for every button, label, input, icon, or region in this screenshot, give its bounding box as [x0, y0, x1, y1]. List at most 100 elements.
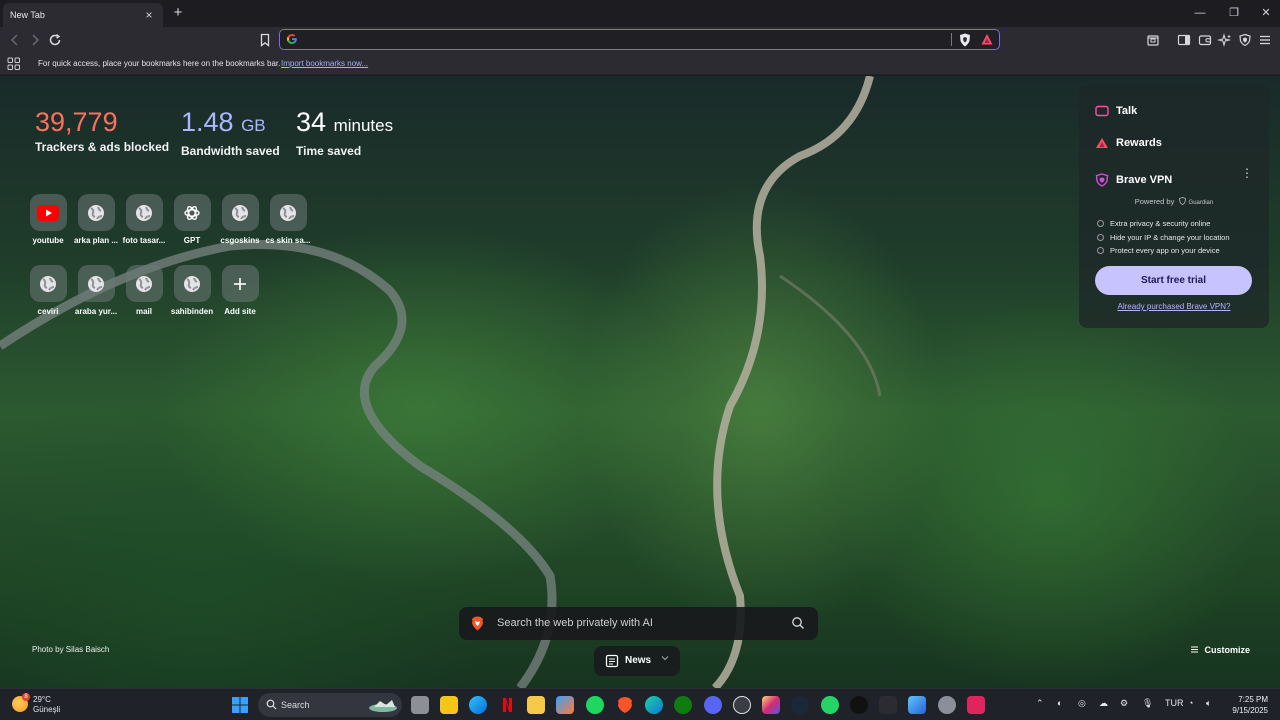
news-button[interactable]: News — [594, 646, 680, 676]
taskbar-search[interactable]: Search — [258, 693, 402, 717]
google-icon — [286, 34, 297, 44]
tab-new-tab[interactable]: New Tab × — [3, 3, 163, 27]
instagram-icon[interactable] — [762, 696, 780, 714]
network-app-icon[interactable] — [908, 696, 926, 714]
search-icon[interactable] — [791, 616, 805, 630]
site-tile[interactable] — [173, 194, 211, 231]
edge-icon[interactable] — [645, 696, 663, 714]
back-icon[interactable] — [6, 31, 24, 49]
restore-button[interactable]: ❐ — [1217, 4, 1251, 22]
site-tile[interactable] — [125, 194, 163, 231]
powered-by-text: Powered by — [1134, 197, 1175, 206]
add-site-button[interactable]: Add site — [216, 265, 264, 316]
address-input[interactable] — [304, 31, 924, 48]
windows-taskbar: 8 29°C Güneşli Search ⌃ ◐ ◎ ☁ ⚙ 🎙 TUR ◔ … — [0, 688, 1280, 720]
task-view-icon[interactable] — [411, 696, 429, 714]
customize-button[interactable]: Customize — [1190, 645, 1250, 655]
top-site-ceviri[interactable]: ceviri — [24, 265, 72, 316]
tab-close-icon[interactable]: × — [141, 7, 157, 23]
wallet-icon[interactable] — [1197, 32, 1213, 48]
top-site-mail[interactable]: mail — [120, 265, 168, 316]
discord-icon[interactable] — [704, 696, 722, 714]
close-window-button[interactable]: ✕ — [1249, 4, 1280, 22]
top-site-gpt[interactable]: GPT — [168, 194, 216, 245]
site-tile[interactable] — [29, 265, 67, 302]
microphone-icon[interactable]: 🎙 — [1142, 698, 1153, 709]
photo-credit[interactable]: Photo by Silas Baisch — [32, 645, 109, 654]
tray-chevron-up-icon[interactable]: ⌃ — [1036, 698, 1044, 709]
whatsapp-icon[interactable] — [821, 696, 839, 714]
leo-ai-icon[interactable] — [1216, 32, 1233, 48]
menu-icon[interactable] — [1257, 32, 1273, 48]
vpn-widget[interactable]: Brave VPN — [1095, 172, 1172, 188]
language-indicator[interactable]: TUR — [1165, 698, 1184, 708]
top-site-foto-tasar[interactable]: foto tasar... — [120, 194, 168, 245]
trackers-count: 39,779 — [35, 107, 118, 137]
rewards-widget[interactable]: Rewards — [1095, 135, 1162, 151]
already-purchased-link[interactable]: Already purchased Brave VPN? — [1079, 302, 1269, 311]
xbox-icon[interactable] — [674, 696, 692, 714]
tiktok-icon[interactable] — [850, 696, 868, 714]
file-explorer-icon[interactable] — [527, 696, 545, 714]
steam-icon[interactable] — [791, 696, 809, 714]
reload-icon[interactable] — [46, 31, 64, 49]
netflix-icon[interactable] — [498, 696, 516, 714]
clock-app-icon[interactable] — [733, 696, 751, 714]
spotify-icon[interactable] — [586, 696, 604, 714]
new-tab-button[interactable]: + — [169, 3, 187, 23]
vpn-shield-icon[interactable] — [1237, 32, 1253, 48]
customize-label: Customize — [1204, 645, 1251, 655]
search-icon — [266, 699, 277, 710]
site-tile[interactable] — [221, 194, 259, 231]
settings-gear-icon[interactable] — [938, 696, 956, 714]
top-site-arka-plan[interactable]: arka plan ... — [72, 194, 120, 245]
tray-settings-icon[interactable]: ⚙ — [1120, 698, 1128, 709]
top-site-araba-yur[interactable]: araba yur... — [72, 265, 120, 316]
stat-trackers: 39,779 Trackers & ads blocked — [35, 106, 169, 154]
site-tile[interactable] — [77, 194, 115, 231]
apps-grid-icon[interactable] — [7, 57, 21, 71]
pen-tool-icon[interactable] — [879, 696, 897, 714]
tray-network-app-icon[interactable]: ◎ — [1078, 698, 1086, 709]
new-tab-page: 39,779 Trackers & ads blocked 1.48 GB Ba… — [0, 76, 1280, 688]
sticky-notes-icon[interactable] — [440, 696, 458, 714]
time-value: 34 — [296, 107, 327, 137]
rewards-icon[interactable] — [981, 33, 993, 46]
wallet-ledger-icon[interactable] — [1145, 32, 1161, 48]
site-tile[interactable] — [125, 265, 163, 302]
vpn-label: Brave VPN — [1116, 174, 1173, 186]
address-bar[interactable] — [279, 29, 1000, 50]
vpn-more-icon[interactable]: ⋮ — [1241, 166, 1253, 180]
site-tile[interactable] — [221, 265, 259, 302]
globe-app-icon[interactable] — [469, 696, 487, 714]
tray-app-icon[interactable]: ◐ — [1057, 698, 1062, 708]
top-site-csgoskins[interactable]: csgoskins — [216, 194, 264, 245]
onedrive-icon[interactable]: ☁ — [1099, 698, 1108, 709]
check-circle-icon — [1097, 220, 1104, 227]
microsoft-store-icon[interactable] — [556, 696, 574, 714]
top-site-sahibinden[interactable]: sahibinden — [168, 265, 216, 316]
start-free-trial-button[interactable]: Start free trial — [1095, 266, 1252, 295]
site-tile[interactable] — [173, 265, 211, 302]
bookmark-icon[interactable] — [256, 31, 274, 49]
sidebar-icon[interactable] — [1176, 32, 1192, 48]
talk-widget[interactable]: Talk — [1095, 103, 1137, 119]
site-tile[interactable] — [269, 194, 307, 231]
ai-search-box[interactable]: Search the web privately with AI — [459, 607, 818, 640]
volume-icon[interactable]: 🔈︎ — [1206, 698, 1211, 709]
forward-icon[interactable] — [26, 31, 44, 49]
import-bookmarks-link[interactable]: Import bookmarks now... — [281, 59, 368, 68]
brave-shields-icon[interactable] — [959, 33, 971, 47]
brave-browser-icon[interactable] — [616, 696, 634, 714]
top-site-youtube[interactable]: youtube — [24, 194, 72, 245]
pocket-app-icon[interactable] — [967, 696, 985, 714]
vpn-feature-item: Hide your IP & change your location — [1097, 233, 1230, 242]
site-tile[interactable] — [29, 194, 67, 231]
weather-widget[interactable]: 8 29°C Güneşli — [12, 693, 72, 716]
minimize-button[interactable]: — — [1183, 4, 1217, 22]
top-site-cs-skin[interactable]: cs skin sa... — [264, 194, 312, 245]
wifi-icon[interactable]: ◔ — [1188, 698, 1193, 708]
system-clock[interactable]: 7:25 PM 9/15/2025 — [1228, 694, 1268, 716]
windows-start-icon[interactable] — [231, 696, 249, 714]
site-tile[interactable] — [77, 265, 115, 302]
